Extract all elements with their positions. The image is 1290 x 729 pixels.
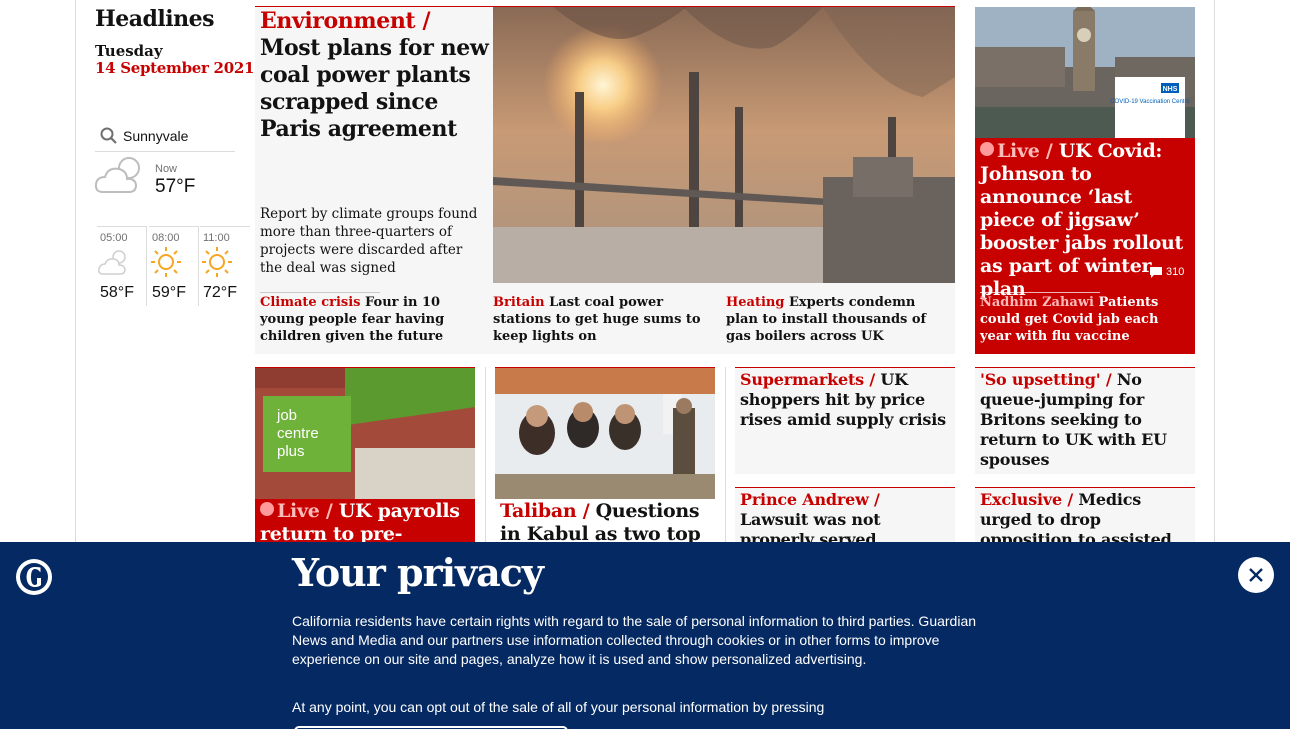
power-plant-image <box>493 7 955 283</box>
privacy-body: California residents have certain rights… <box>292 613 977 667</box>
main-headline-text: Most plans for new coal power plants scr… <box>260 35 489 142</box>
sign-text: COVID-19 Vaccination Centre <box>1110 99 1190 105</box>
cloud-sun-icon <box>94 157 140 193</box>
live-indicator <box>980 142 994 156</box>
divider <box>260 292 380 293</box>
comment-icon <box>1150 266 1162 278</box>
privacy-title: Your privacy <box>292 550 544 595</box>
forecast-item: 05:00 58°F <box>97 226 147 306</box>
link-kicker: Climate crisis <box>260 295 361 310</box>
divider <box>725 367 726 542</box>
related-link[interactable]: Climate crisis Four in 10 young people f… <box>260 294 485 345</box>
link-kicker: Britain <box>493 295 545 310</box>
now-label: Now <box>155 163 178 175</box>
forecast-item: 11:00 72°F <box>200 226 250 306</box>
date-label: 14 September 2021 <box>95 59 255 77</box>
now-temperature: 57°F <box>155 176 196 197</box>
forecast-temp: 72°F <box>203 284 237 301</box>
close-icon <box>1249 568 1263 582</box>
jobcentre-image: job centre plus <box>255 337 475 499</box>
main-kicker: Environment / <box>260 8 431 34</box>
taliban-kicker: Taliban / <box>500 500 590 522</box>
supermarkets-headline[interactable]: Supermarkets / UK shoppers hit by price … <box>740 370 950 430</box>
kabul-image <box>495 368 715 499</box>
sign-text: job <box>276 407 297 424</box>
cloud-sun-icon <box>98 250 126 275</box>
sun-icon <box>151 247 181 277</box>
prince-kicker: Prince Andrew / <box>740 490 880 509</box>
forecast-item: 08:00 59°F <box>149 226 199 306</box>
close-button[interactable] <box>1238 557 1274 593</box>
link-kicker: Heating <box>726 295 785 310</box>
supermarkets-kicker: Supermarkets / <box>740 370 875 389</box>
weather-location[interactable]: Sunnyvale <box>95 120 235 152</box>
payrolls-headline[interactable]: Live / UK payrolls return to pre- <box>260 500 472 546</box>
nhs-logo: NHS <box>1163 86 1178 93</box>
link-kicker: Nadhim Zahawi <box>980 295 1094 310</box>
main-headline[interactable]: Environment / Most plans for new coal po… <box>260 8 490 143</box>
forecast-time: 05:00 <box>100 232 128 244</box>
live-kicker: Live / <box>277 500 333 522</box>
divider <box>198 226 199 306</box>
section-title: Headlines <box>95 6 215 32</box>
comment-count-value: 310 <box>1166 266 1185 278</box>
sun-icon <box>202 247 232 277</box>
related-link[interactable]: Britain Last coal power stations to get … <box>493 294 718 345</box>
location-name: Sunnyvale <box>123 127 189 144</box>
forecast-temp: 58°F <box>100 284 134 301</box>
guardian-logo <box>16 559 52 595</box>
sign-text: plus <box>277 443 305 460</box>
taliban-headline[interactable]: Taliban / Questions in Kabul as two top <box>500 500 712 546</box>
sign-text: centre <box>277 425 319 442</box>
divider <box>146 226 147 306</box>
divider <box>980 292 1100 293</box>
exclusive-kicker: Exclusive / <box>980 490 1073 509</box>
vaccination-centre-image: NHS COVID-19 Vaccination Centre <box>975 7 1195 138</box>
search-icon <box>100 127 117 144</box>
privacy-banner: Your privacy California residents have c… <box>0 542 1290 729</box>
forecast-time: 11:00 <box>203 232 230 244</box>
related-link[interactable]: Nadhim Zahawi Patients could get Covid j… <box>980 294 1190 345</box>
related-link[interactable]: Heating Experts condemn plan to install … <box>726 294 951 345</box>
privacy-body-optout: At any point, you can opt out of the sal… <box>292 699 825 715</box>
divider <box>485 367 486 542</box>
forecast-time: 08:00 <box>152 232 180 244</box>
forecast-temp: 59°F <box>152 284 186 301</box>
main-standfirst: Report by climate groups found more than… <box>260 206 478 276</box>
upsetting-kicker: 'So upsetting' / <box>980 370 1112 389</box>
guardian-g-icon <box>17 560 51 594</box>
upsetting-headline[interactable]: 'So upsetting' / No queue-jumping for Br… <box>980 370 1190 470</box>
live-indicator <box>260 502 274 516</box>
live-kicker: Live / <box>997 140 1053 162</box>
comment-count[interactable]: 310 <box>1150 266 1184 278</box>
day-label: Tuesday <box>95 42 163 60</box>
